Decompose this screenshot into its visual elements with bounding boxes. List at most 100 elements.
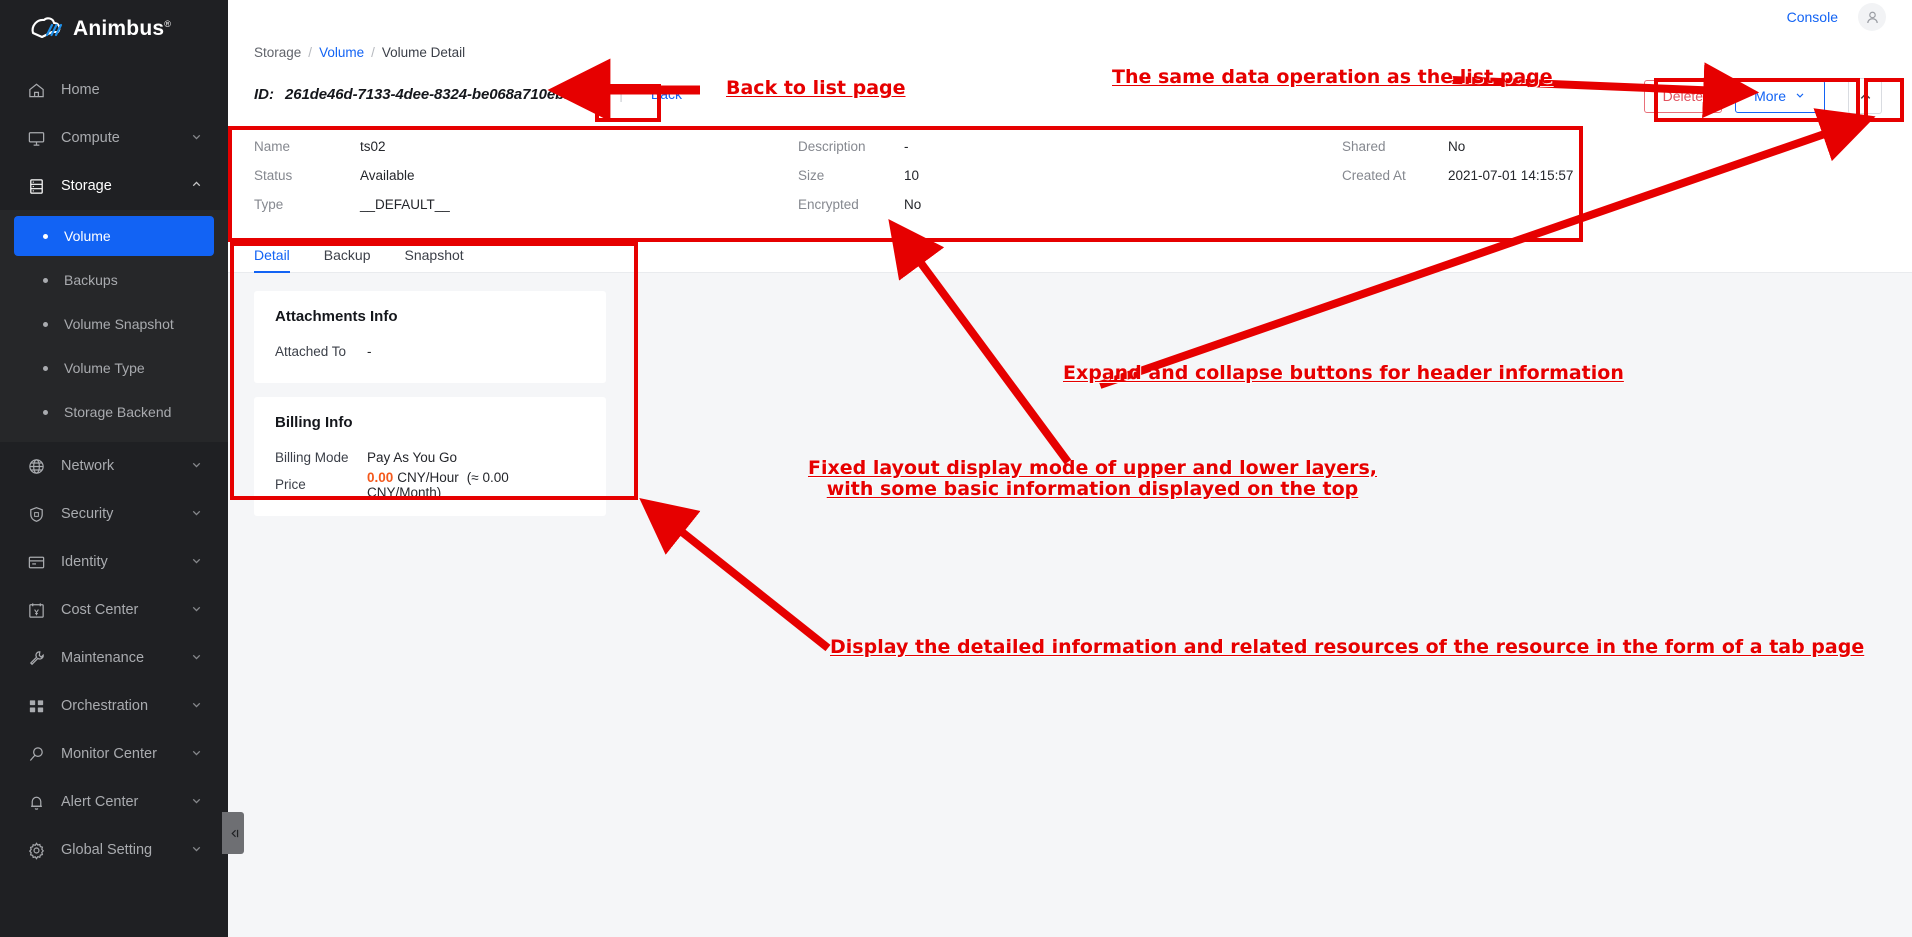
chevron-down-icon <box>190 458 206 475</box>
card-row-billing-mode: Billing Mode Pay As You Go <box>275 444 585 471</box>
breadcrumb-separator: / <box>371 44 375 60</box>
sidebar-item-maintenance[interactable]: Maintenance <box>0 634 228 682</box>
tab-backup[interactable]: Backup <box>324 247 371 272</box>
sidebar-item-identity[interactable]: Identity <box>0 538 228 586</box>
sidebar-item-label: Orchestration <box>61 698 149 714</box>
sidebar-item-volume-type[interactable]: Volume Type <box>14 348 214 388</box>
info-value: __DEFAULT__ <box>360 197 450 212</box>
monitor-icon <box>27 129 46 148</box>
info-key: Shared <box>1342 139 1386 154</box>
info-key: Type <box>254 197 284 212</box>
tab-detail[interactable]: Detail <box>254 247 290 273</box>
gear-icon <box>27 841 46 860</box>
info-value: - <box>904 139 909 154</box>
sidebar-item-volume[interactable]: Volume <box>14 216 214 256</box>
sidebar-item-alert-center[interactable]: Alert Center <box>0 778 228 826</box>
detail-cards: Attachments Info Attached To - Billing I… <box>228 273 1912 548</box>
info-row-encrypted: Encrypted No <box>798 190 1342 219</box>
resource-id-label: ID: <box>254 85 274 103</box>
sidebar-subitem-label: Storage Backend <box>64 404 172 420</box>
breadcrumb: Storage / Volume / Volume Detail <box>254 34 1886 70</box>
chevron-down-icon <box>190 554 206 571</box>
breadcrumb-root[interactable]: Storage <box>254 45 301 60</box>
sidebar-subitem-label: Backups <box>64 272 118 288</box>
more-button[interactable]: More <box>1735 79 1825 113</box>
chevron-down-icon <box>190 602 206 619</box>
chevron-down-icon <box>190 746 206 763</box>
breadcrumb-separator: / <box>308 44 313 60</box>
info-row-name: Name ts02 <box>254 132 798 161</box>
sidebar-submenu-storage: Volume Backups Volume Snapshot Volume Ty… <box>0 210 228 442</box>
card-key: Price <box>275 477 306 492</box>
chevron-down-icon <box>1794 88 1806 104</box>
price-value: 0.00 CNY/Hour (≈ 0.00 CNY/Month) <box>367 470 585 500</box>
resource-id-value: 261de46d-7133-4dee-8324-be068a710ebb <box>285 85 574 103</box>
bullet-icon <box>43 233 48 239</box>
shield-icon <box>27 505 46 524</box>
sidebar-item-orchestration[interactable]: Orchestration <box>0 682 228 730</box>
breadcrumb-current: Volume Detail <box>381 44 466 60</box>
info-key: Description <box>798 139 866 154</box>
price-unit: CNY/Hour <box>397 469 459 485</box>
sidebar-item-label: Home <box>61 82 100 98</box>
detail-tabs: Detail Backup Snapshot <box>228 239 1912 273</box>
sidebar-item-monitor-center[interactable]: Monitor Center <box>0 730 228 778</box>
globe-icon <box>27 457 46 476</box>
bullet-icon <box>43 277 48 283</box>
delete-button[interactable]: Delete <box>1643 79 1723 113</box>
info-key: Size <box>798 168 825 183</box>
sidebar-item-label: Storage <box>61 178 112 194</box>
magnifier-icon <box>27 745 46 764</box>
chevron-down-icon <box>190 842 206 859</box>
storage-stack-icon <box>27 177 46 196</box>
tab-snapshot[interactable]: Snapshot <box>405 247 464 272</box>
bell-icon <box>27 793 46 812</box>
sidebar-item-home[interactable]: Home <box>0 66 228 114</box>
sidebar-item-backups[interactable]: Backups <box>14 260 214 300</box>
resource-id-row: ID: 261de46d-7133-4dee-8324-be068a710ebb… <box>254 70 1886 118</box>
info-row-description: Description - <box>798 132 1342 161</box>
animbus-logo-icon <box>30 16 64 42</box>
console-link[interactable]: Console <box>1787 9 1838 25</box>
brand-trademark: ® <box>164 19 172 29</box>
header-actions: Delete More <box>1643 78 1882 114</box>
card-title: Attachments Info <box>275 308 398 325</box>
info-row-status: Status Available <box>254 161 798 190</box>
sidebar-item-compute[interactable]: Compute <box>0 114 228 162</box>
sidebar-item-cost-center[interactable]: Cost Center <box>0 586 228 634</box>
header-divider: | <box>619 86 623 102</box>
sidebar-item-label: Cost Center <box>61 602 139 618</box>
chevron-down-icon <box>190 130 206 147</box>
info-row-created-at: Created At 2021-07-01 14:15:57 <box>1342 161 1886 190</box>
page-container: Storage / Volume / Volume Detail ID: 261… <box>228 34 1912 937</box>
card-value: Pay As You Go <box>367 450 458 465</box>
back-button[interactable]: Back <box>643 84 690 104</box>
user-avatar-icon[interactable] <box>1858 3 1886 31</box>
card-value: - <box>367 344 372 359</box>
chevron-down-icon <box>190 506 206 523</box>
sidebar-item-storage[interactable]: Storage <box>0 162 228 210</box>
copy-icon[interactable] <box>584 84 599 104</box>
sidebar-item-global-setting[interactable]: Global Setting <box>0 826 228 874</box>
chevron-down-icon <box>190 698 206 715</box>
id-card-icon <box>27 553 46 572</box>
info-value: No <box>1448 139 1466 154</box>
wrench-icon <box>27 649 46 668</box>
sidebar-item-security[interactable]: Security <box>0 490 228 538</box>
sidebar-item-label: Network <box>61 458 115 474</box>
card-title: Billing Info <box>275 414 353 431</box>
bullet-icon <box>43 365 48 371</box>
sidebar-item-storage-backend[interactable]: Storage Backend <box>14 392 214 432</box>
grid-blocks-icon <box>27 697 46 716</box>
breadcrumb-link-volume[interactable]: Volume <box>319 45 364 60</box>
sidebar: Animbus® Home Compute Storage Volume Bac… <box>0 0 228 937</box>
more-button-label: More <box>1754 88 1786 104</box>
sidebar-item-volume-snapshot[interactable]: Volume Snapshot <box>14 304 214 344</box>
sidebar-item-label: Identity <box>61 554 108 570</box>
header-collapse-button[interactable] <box>1848 78 1882 114</box>
chevron-down-icon <box>190 650 206 667</box>
brand-logo[interactable]: Animbus® <box>0 0 228 58</box>
info-row-type: Type __DEFAULT__ <box>254 190 798 219</box>
sidebar-collapse-handle[interactable] <box>222 812 244 854</box>
sidebar-item-network[interactable]: Network <box>0 442 228 490</box>
